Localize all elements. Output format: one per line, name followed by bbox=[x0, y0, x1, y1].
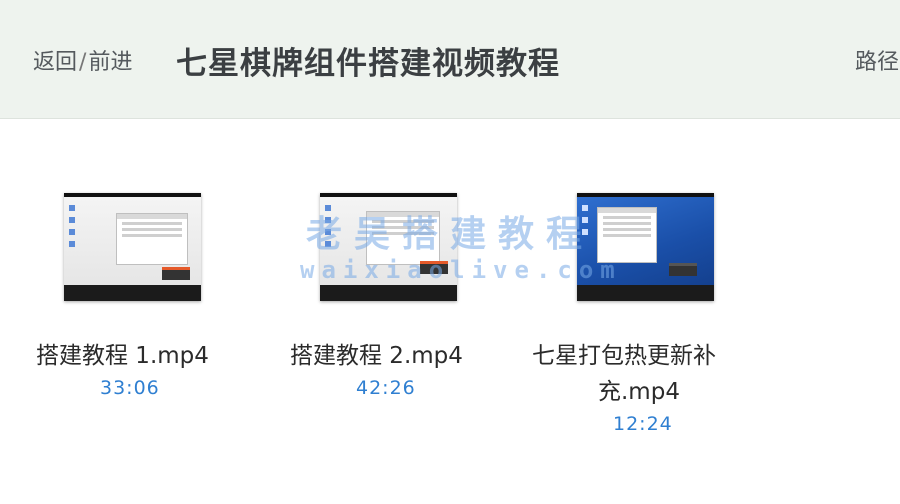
thumbnail-taskbar bbox=[577, 285, 714, 301]
thumbnail-dialog bbox=[669, 263, 697, 276]
thumbnail-taskbar bbox=[320, 285, 457, 301]
nav-controls: 返回/前进 bbox=[33, 44, 132, 76]
desktop-icon bbox=[582, 205, 588, 211]
thumbnail-dialog bbox=[420, 261, 448, 274]
file-name-3-line2[interactable]: 充.mp4 bbox=[598, 376, 680, 408]
video-thumbnail-2[interactable] bbox=[320, 193, 457, 301]
thumbnail-taskbar bbox=[64, 285, 201, 301]
file-duration-3: 12:24 bbox=[613, 413, 673, 435]
desktop-icon bbox=[69, 241, 75, 247]
file-name-1[interactable]: 搭建教程 1.mp4 bbox=[36, 340, 209, 372]
path-link[interactable]: 路径 bbox=[855, 44, 899, 76]
file-name-2[interactable]: 搭建教程 2.mp4 bbox=[290, 340, 463, 372]
video-thumbnail-3[interactable] bbox=[577, 193, 714, 301]
back-link[interactable]: 返回 bbox=[33, 50, 77, 75]
video-thumbnail-1[interactable] bbox=[64, 193, 201, 301]
file-name-3-line1[interactable]: 七星打包热更新补 bbox=[532, 340, 716, 372]
desktop-icon bbox=[69, 205, 75, 211]
file-duration-2: 42:26 bbox=[356, 377, 416, 399]
thumbnail-window bbox=[366, 211, 440, 265]
thumbnail-screen bbox=[320, 197, 457, 285]
desktop-icon bbox=[69, 229, 75, 235]
thumbnail-dialog bbox=[162, 267, 190, 280]
desktop-icon bbox=[582, 229, 588, 235]
desktop-icon bbox=[582, 217, 588, 223]
desktop-icon bbox=[325, 217, 331, 223]
header-bar: 返回/前进 七星棋牌组件搭建视频教程 路径 bbox=[0, 0, 900, 119]
folder-title: 七星棋牌组件搭建视频教程 bbox=[176, 46, 560, 82]
desktop-icon bbox=[69, 217, 75, 223]
desktop-icon bbox=[325, 229, 331, 235]
thumbnail-window bbox=[597, 207, 657, 263]
thumbnail-screen bbox=[64, 197, 201, 285]
thumbnail-screen bbox=[577, 197, 714, 285]
forward-link[interactable]: 前进 bbox=[88, 50, 132, 75]
desktop-icon bbox=[325, 205, 331, 211]
desktop-icon bbox=[325, 241, 331, 247]
thumbnail-window bbox=[116, 213, 188, 265]
file-duration-1: 33:06 bbox=[100, 377, 160, 399]
nav-separator: / bbox=[79, 50, 87, 75]
